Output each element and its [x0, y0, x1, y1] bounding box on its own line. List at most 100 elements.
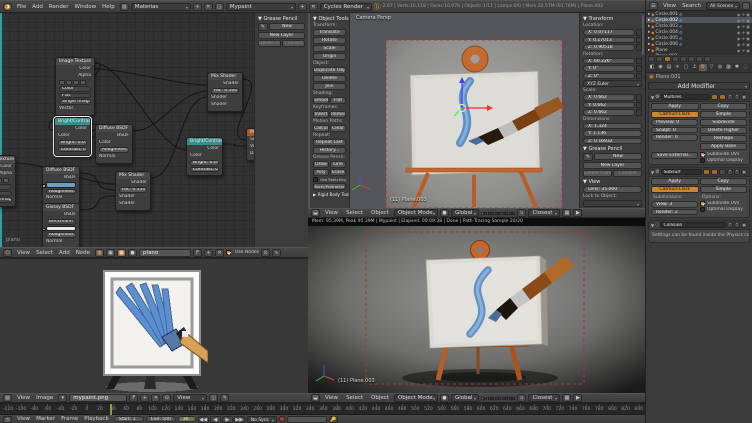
snap-element-dropdown[interactable]: Closest [528, 209, 560, 217]
tool-button-draw[interactable]: Draw [313, 161, 329, 168]
particles-tab[interactable]: ✱ [733, 64, 741, 71]
dimension-value[interactable]: Y: 1.136 [583, 130, 642, 137]
texture-tab[interactable]: ▦ [725, 64, 733, 71]
dimension-value[interactable]: Z: 0.16932 [583, 138, 642, 145]
multires-render-toggle[interactable] [711, 94, 718, 100]
tool-button-join[interactable]: Join [313, 83, 346, 90]
node-header[interactable]: Diffuse BSDF [43, 167, 79, 174]
outliner-search-field[interactable] [742, 2, 750, 10]
tool-button-smooth[interactable]: Smooth [313, 97, 329, 104]
compositing-nodes-type-icon[interactable]: ▣ [106, 249, 115, 257]
node-value-slider[interactable]: Roughness: 0.200 [46, 189, 76, 195]
render-opengl-icon[interactable]: ▦ [562, 394, 571, 402]
collision-name-field[interactable]: Collision [660, 222, 726, 229]
menu-item[interactable]: View [322, 395, 341, 401]
npanel-scrollbar[interactable] [642, 15, 644, 55]
node-dropdown[interactable]: Color [0, 184, 12, 190]
editor-type-image-icon[interactable]: ▨ [3, 394, 12, 402]
jump-to-start-button[interactable]: ◀◀ [198, 416, 209, 423]
node-header[interactable]: Mix Shader [116, 172, 150, 179]
lock-toggle[interactable] [636, 73, 642, 80]
input-socket[interactable] [42, 184, 46, 188]
image-editor-area[interactable] [0, 258, 308, 393]
node-dropdown[interactable]: Single Image [59, 99, 91, 105]
image-channels-icon[interactable]: ◫ [209, 394, 218, 402]
gp-new-layer-button[interactable]: New Layer [583, 162, 642, 169]
timeline-ruler[interactable]: -120-100-80-60-40-2002040608010012014016… [0, 404, 645, 415]
node-diffuse-bsdf[interactable]: Diffuse BSDFBSDFColorRoughness: 0.000Nor… [95, 124, 133, 164]
tool-button-history-[interactable]: History... [313, 147, 346, 154]
node-bright-contrast[interactable]: Bright/ContrastColorColorBright: 0.000Co… [54, 117, 91, 156]
world-tab[interactable]: ☀ [674, 64, 682, 71]
menu-item[interactable]: Object [368, 395, 392, 401]
viewport-camera-area[interactable]: Camera Persp (11) Plane.003 ▼ Object Too… [308, 13, 645, 208]
current-frame-field[interactable]: 36 [178, 416, 196, 423]
rotation-value[interactable]: X: 60.226° [583, 58, 635, 65]
node-header[interactable]: Image Texture [0, 156, 15, 163]
node-header[interactable]: Material Output [247, 129, 254, 136]
subsurf-subdivide-uvs-checkbox[interactable] [700, 201, 705, 206]
multires-down-button[interactable]: ˅ [734, 94, 740, 100]
location-value[interactable]: X: 0.07117 [583, 29, 635, 36]
render-opengl-anim-icon[interactable]: ▶ [573, 209, 582, 217]
npanel-grease-title[interactable]: ▼ Grease Pencil [583, 146, 642, 152]
viewport-shading-icon[interactable]: ● [440, 209, 449, 217]
menu-item[interactable]: View [322, 210, 341, 216]
frame-end-field[interactable]: End: 500 [146, 416, 176, 423]
lock-toggle[interactable] [636, 58, 642, 65]
editor-type-outliner-icon[interactable]: ☰ [649, 2, 658, 10]
menu-item[interactable]: Render [46, 4, 72, 10]
previous-frame-button[interactable]: ◀ [210, 416, 221, 423]
node-header[interactable]: Bright/Contrast [187, 138, 222, 145]
menu-item[interactable]: Frame [58, 416, 81, 422]
lock-toggle[interactable] [636, 65, 642, 72]
fake-user-button[interactable]: F [193, 249, 202, 257]
menu-item[interactable]: Select [343, 395, 366, 401]
screen-layout-icon[interactable]: ▥ [120, 3, 129, 11]
ruler-protractor-button[interactable]: Ruler/Protractor [313, 183, 346, 190]
outliner-filter-dropdown[interactable]: All Scenes [706, 2, 740, 10]
layer-grid[interactable] [481, 397, 516, 400]
mode-dropdown[interactable]: Object Mode [394, 209, 438, 217]
menu-item[interactable]: Image [33, 395, 56, 401]
subsurf-render-toggle[interactable] [703, 169, 710, 175]
filter-icon-2[interactable] [656, 56, 663, 62]
mode-dropdown[interactable]: Object Mode [394, 394, 438, 402]
multires-close-button[interactable]: ✕ [741, 94, 747, 100]
filter-icon-1[interactable] [648, 56, 655, 62]
node-header[interactable]: Glossy BSDF [43, 204, 79, 211]
image-selector-row[interactable] [59, 80, 91, 85]
data-tab[interactable]: ▽ [708, 64, 716, 71]
node-dropdown[interactable]: Single Image [0, 197, 12, 203]
filter-icon-4[interactable] [672, 56, 679, 62]
multires-view-toggle[interactable] [719, 94, 726, 100]
new-datablock-button[interactable]: + [204, 249, 213, 257]
menu-item[interactable]: Node [73, 250, 93, 256]
node-header[interactable]: Image Texture [56, 58, 94, 65]
node-header[interactable]: Diffuse BSDF [96, 125, 132, 132]
tool-button-delete[interactable]: Delete [313, 75, 346, 82]
render-layers-tab[interactable]: ◉ [657, 64, 665, 71]
rotation-value[interactable]: Y: 0° [583, 65, 635, 72]
subsurf-up-button[interactable]: ˄ [727, 169, 733, 175]
filter-icon-3[interactable] [664, 56, 671, 62]
add-layout-button[interactable]: + [193, 3, 202, 11]
expand-arrow-icon[interactable]: ▸ [648, 18, 650, 23]
add-modifier-dropdown[interactable]: Add Modifier [648, 82, 750, 90]
node-dropdown[interactable]: Color [59, 86, 91, 92]
subsurf-view-toggle[interactable] [711, 169, 718, 175]
tool-button-duplicate-objects[interactable]: Duplicate Objects [313, 67, 346, 74]
multires-up-button[interactable]: ˄ [727, 94, 733, 100]
transform-orientation-dropdown[interactable]: Global [451, 394, 479, 402]
transform-orientation-dropdown[interactable]: Global [451, 209, 479, 217]
gp-new-button[interactable]: New [594, 153, 642, 160]
filter-icon-6[interactable] [688, 56, 695, 62]
expand-arrow-icon[interactable]: ▸ [648, 36, 650, 41]
menu-item[interactable]: Add [56, 250, 73, 256]
menu-item[interactable]: View [14, 416, 33, 422]
rotation-value[interactable]: Z: 0° [583, 73, 635, 80]
render-opengl-icon[interactable]: ▦ [562, 209, 571, 217]
collision-expand-icon[interactable]: ▼ [651, 223, 654, 228]
editor-type-timeline-icon[interactable]: ◷ [3, 416, 12, 423]
location-value[interactable]: Y: 0.17013 [583, 37, 635, 44]
